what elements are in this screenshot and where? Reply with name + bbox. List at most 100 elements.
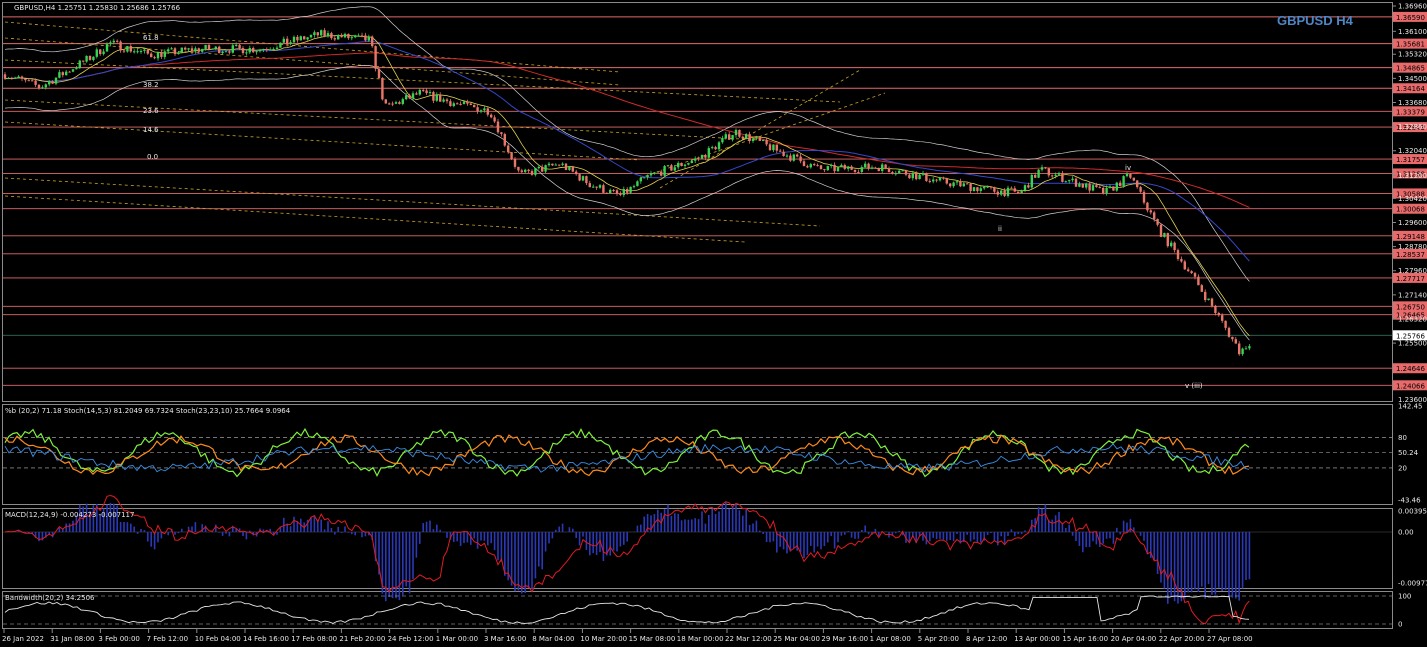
candle-body bbox=[775, 144, 778, 151]
candle-body bbox=[683, 164, 687, 166]
candle-body bbox=[1234, 339, 1237, 344]
candle-body bbox=[728, 134, 731, 140]
time-tick-label: 8 Mar 04:00 bbox=[532, 635, 574, 643]
candle-body bbox=[129, 46, 132, 52]
candle-body bbox=[1159, 224, 1163, 237]
candle-body bbox=[371, 36, 374, 47]
candle-body bbox=[435, 94, 438, 101]
candle-body bbox=[911, 173, 914, 179]
candle-body bbox=[796, 154, 799, 157]
candle-body bbox=[602, 185, 605, 193]
candle-body bbox=[364, 35, 367, 41]
candle-body bbox=[690, 160, 693, 164]
price-tick-label: 1.35320 bbox=[1398, 51, 1427, 59]
candle-body bbox=[1102, 187, 1105, 194]
candle-body bbox=[190, 48, 194, 52]
time-tick-label: 17 Feb 08:00 bbox=[291, 635, 337, 643]
candle-body bbox=[1136, 180, 1139, 188]
candle-body bbox=[1095, 185, 1098, 188]
candle-body bbox=[609, 189, 612, 194]
candle-body bbox=[476, 107, 479, 112]
candle-body bbox=[996, 191, 999, 195]
candle-body bbox=[717, 142, 721, 150]
candle-body bbox=[935, 179, 938, 181]
candle-body bbox=[265, 49, 268, 51]
candle-body bbox=[391, 103, 394, 105]
candle-body bbox=[58, 72, 61, 78]
candle-body bbox=[809, 164, 812, 168]
fib-label: 23.6 bbox=[143, 107, 159, 115]
candle-body bbox=[71, 69, 75, 72]
candle-body bbox=[78, 60, 81, 69]
trading-chart[interactable]: 1.36590 1.35681 1.34865 1.34164 1.33379 1.328… bbox=[0, 0, 1427, 647]
candle-body bbox=[184, 47, 187, 50]
candle-body bbox=[218, 46, 221, 54]
time-tick-label: 20 Apr 04:00 bbox=[1111, 635, 1157, 643]
indicator-tick-label: 142.45 bbox=[1398, 403, 1423, 411]
candle-body bbox=[1034, 174, 1037, 178]
price-tick-label: 1.31200 bbox=[1398, 172, 1427, 180]
candle-body bbox=[887, 168, 891, 173]
candle-body bbox=[146, 49, 149, 54]
indicator-tick-label: -0.009778 bbox=[1398, 580, 1427, 588]
stoch-slow-line bbox=[4, 434, 1250, 477]
fib-label: 38.2 bbox=[143, 81, 159, 89]
fib-line bbox=[4, 195, 746, 243]
candle-body bbox=[1119, 182, 1122, 187]
indicator-tick-label: -43.46 bbox=[1398, 497, 1421, 505]
time-tick-label: 26 Jan 2022 bbox=[2, 635, 44, 643]
price-tick-label: 1.29600 bbox=[1398, 219, 1427, 227]
candle-body bbox=[1207, 298, 1210, 301]
candle-body bbox=[14, 77, 17, 79]
candle-body bbox=[459, 103, 462, 105]
candle-body bbox=[1091, 185, 1095, 191]
candle-body bbox=[646, 175, 649, 178]
candle-body bbox=[214, 46, 217, 49]
candle-body bbox=[1020, 190, 1023, 194]
candle-body bbox=[1139, 187, 1142, 192]
candle-body bbox=[745, 134, 748, 139]
candle-body bbox=[1129, 173, 1132, 178]
candle-body bbox=[622, 189, 625, 196]
candle-body bbox=[915, 173, 918, 180]
candle-body bbox=[1044, 167, 1047, 169]
candle-body bbox=[462, 101, 466, 104]
candle-body bbox=[554, 164, 557, 166]
time-tick-label: 29 Mar 16:00 bbox=[821, 635, 868, 643]
level-tag-label: 1.33379 bbox=[1396, 108, 1425, 116]
candle-body bbox=[772, 144, 775, 151]
price-tick-label: 1.32040 bbox=[1398, 147, 1427, 155]
candle-body bbox=[588, 183, 591, 188]
candle-body bbox=[666, 165, 670, 167]
candle-body bbox=[1146, 202, 1149, 211]
candle-body bbox=[755, 137, 758, 139]
candle-body bbox=[853, 169, 857, 172]
wave-label: v (iii) bbox=[1185, 382, 1203, 390]
candle-body bbox=[500, 132, 503, 135]
candle-body bbox=[88, 55, 92, 60]
price-tick-label: 1.28780 bbox=[1398, 243, 1427, 251]
level-tag-label: 1.24646 bbox=[1396, 365, 1425, 373]
candle-body bbox=[316, 32, 319, 36]
bandwidth-line bbox=[3, 595, 1392, 625]
candle-body bbox=[840, 165, 843, 167]
price-tick-label: 1.27960 bbox=[1398, 267, 1427, 275]
candle-body bbox=[221, 51, 224, 54]
candle-body bbox=[197, 48, 200, 52]
candle-body bbox=[245, 52, 248, 54]
candle-body bbox=[1088, 183, 1091, 191]
candle-body bbox=[952, 182, 955, 187]
candle-body bbox=[442, 99, 445, 102]
candle-body bbox=[439, 94, 442, 102]
candle-body bbox=[428, 92, 432, 94]
candle-body bbox=[1176, 250, 1180, 260]
candle-body bbox=[765, 139, 768, 145]
candle-body bbox=[1170, 242, 1173, 247]
candle-body bbox=[860, 167, 863, 172]
candle-body bbox=[54, 77, 58, 84]
candle-body bbox=[160, 52, 163, 57]
candle-body bbox=[507, 145, 510, 153]
candle-body bbox=[258, 49, 262, 52]
candle-body bbox=[524, 169, 527, 173]
candle-body bbox=[343, 33, 347, 38]
